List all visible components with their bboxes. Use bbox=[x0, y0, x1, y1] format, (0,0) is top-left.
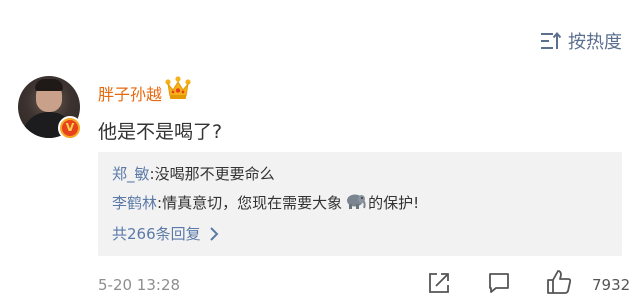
comment-icon[interactable] bbox=[487, 271, 511, 295]
reply-text: 情真意切，您现在需要大象 bbox=[162, 194, 343, 212]
elephant-icon bbox=[347, 194, 366, 209]
like-count: 7932 bbox=[592, 276, 631, 294]
sort-label: 按热度 bbox=[568, 32, 622, 53]
sort-lines-icon bbox=[541, 31, 562, 49]
replies-box[interactable]: 郑_敏:没喝那不更要命么 李鹤林:情真意切，您现在需要大象 的保护! 共266条… bbox=[98, 152, 622, 256]
reply-text: 没喝那不更要命么 bbox=[154, 165, 275, 183]
view-all-replies-link[interactable]: 共266条回复 bbox=[112, 223, 221, 244]
thumbs-up-icon[interactable] bbox=[545, 268, 573, 296]
comment-text: 他是不是喝了? bbox=[98, 121, 223, 143]
reply-item[interactable]: 郑_敏:没喝那不更要命么 bbox=[112, 163, 275, 184]
more-replies-label: 共266条回复 bbox=[112, 225, 201, 243]
avatar[interactable]: V bbox=[18, 76, 82, 140]
v-verified-icon: V bbox=[58, 116, 82, 140]
reply-text-end: 的保护! bbox=[368, 194, 420, 212]
comment-timestamp: 5-20 13:28 bbox=[98, 276, 181, 294]
share-icon[interactable] bbox=[427, 271, 451, 295]
reply-item[interactable]: 李鹤林:情真意切，您现在需要大象 的保护! bbox=[112, 192, 419, 213]
chevron-right-icon bbox=[209, 226, 219, 241]
reply-username[interactable]: 郑_敏 bbox=[112, 165, 150, 183]
reply-username[interactable]: 李鹤林 bbox=[112, 194, 157, 212]
comment-username[interactable]: 胖子孙越 bbox=[98, 81, 162, 105]
crown-icon bbox=[165, 76, 191, 99]
sort-by-hot-button[interactable]: 按热度 bbox=[540, 28, 622, 54]
